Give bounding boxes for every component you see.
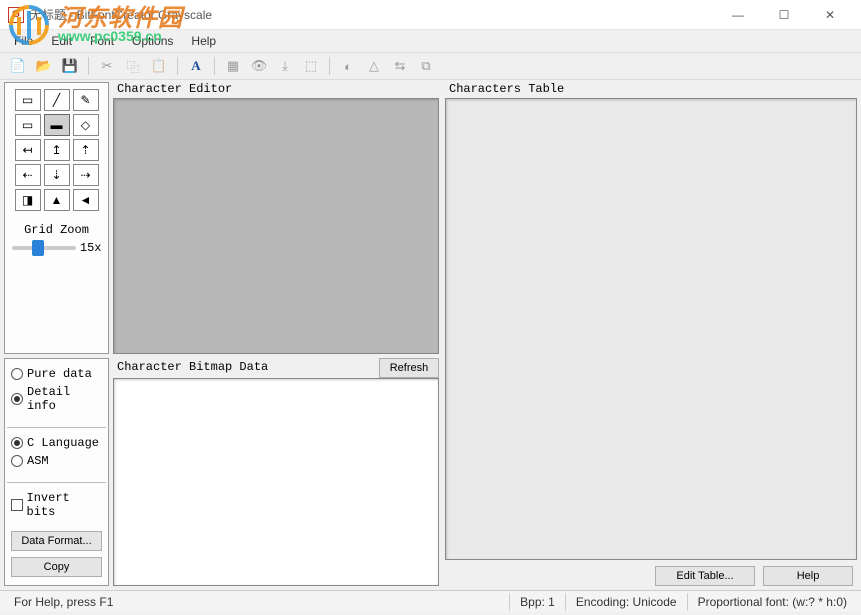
options-panel: Pure data Detail info C Language ASM [4,358,109,586]
toolbar-sep [177,57,178,75]
shift-icon: ⇆ [390,56,410,76]
menu-options[interactable]: Options [124,32,181,50]
separator [7,427,106,428]
flip-h-icon[interactable]: ◄ [73,189,99,211]
menu-font[interactable]: Font [82,32,122,50]
menu-file[interactable]: File [6,32,41,50]
shift-up2-icon[interactable]: ⇡ [73,139,99,161]
fillrect-icon[interactable]: ▬ [44,114,70,136]
shift-right-icon[interactable]: ⇢ [73,164,99,186]
detail-info-label: Detail info [27,385,102,413]
invert-icon: ◐ [338,56,358,76]
shift-down-icon[interactable]: ⇣ [44,164,70,186]
data-icon: ⬚ [301,56,321,76]
radio-asm[interactable]: ASM [11,454,102,468]
rect-icon[interactable]: ▭ [15,114,41,136]
mirror-icon: △ [364,56,384,76]
asm-label: ASM [27,454,49,468]
refresh-button[interactable]: Refresh [379,358,439,378]
characters-table-title: Characters Table [445,82,857,98]
paste-icon: 📋 [149,56,169,76]
char-bitmap-data-title: Character Bitmap Data [113,360,373,376]
status-encoding: Encoding: Unicode [565,593,687,611]
titlebar: G 无标题 - BitFontCreator Grayscale — ☐ ✕ [0,0,861,30]
invert-icon[interactable]: ◨ [15,189,41,211]
characters-table[interactable] [445,98,857,560]
separator [7,482,106,483]
radio-c-language[interactable]: C Language [11,436,102,450]
toolbar-sep [88,57,89,75]
menu-edit[interactable]: Edit [43,32,80,50]
statusbar: For Help, press F1 Bpp: 1 Encoding: Unic… [0,590,861,612]
c-lang-label: C Language [27,436,99,450]
invert-bits-label: Invert bits [27,491,102,519]
grid-zoom-label: Grid Zoom [24,223,89,237]
char-bitmap-data-area[interactable] [113,378,439,586]
map-icon: ⧉ [416,56,436,76]
tools-panel: ▭╱✎ ▭▬◇ ↤↥⇡ ⇠⇣⇢ ◨▲◄ Grid Zoom 15x [4,82,109,354]
shift-up-icon[interactable]: ↥ [44,139,70,161]
radio-detail-info[interactable]: Detail info [11,385,102,413]
close-button[interactable]: ✕ [807,0,853,30]
status-bpp: Bpp: 1 [509,593,565,611]
zoom-slider[interactable] [12,246,76,250]
window-title: 无标题 - BitFontCreator Grayscale [30,6,715,23]
status-font: Proportional font: (w:? * h:0) [687,593,857,611]
pencil-icon[interactable]: ✎ [73,89,99,111]
save-icon[interactable]: 💾 [60,56,80,76]
copy-icon: ⿻ [123,56,143,76]
status-help: For Help, press F1 [4,593,509,611]
eraser-icon[interactable]: ◇ [73,114,99,136]
checkbox-invert-bits[interactable]: Invert bits [11,491,102,519]
copy-button[interactable]: Copy [11,557,102,577]
shift-left-icon[interactable]: ↤ [15,139,41,161]
menubar: File Edit Font Options Help [0,30,861,52]
open-icon[interactable]: 📂 [34,56,54,76]
preview-icon: 👁 [249,56,269,76]
pure-data-label: Pure data [27,367,92,381]
edit-table-button[interactable]: Edit Table... [655,566,755,586]
minimize-button[interactable]: — [715,0,761,30]
char-editor-title: Character Editor [113,82,439,98]
data-format-button[interactable]: Data Format... [11,531,102,551]
char-editor-canvas[interactable] [113,98,439,354]
toolbar: 📄 📂 💾 ✂ ⿻ 📋 A ▦ 👁 ⤓ ⬚ ◐ △ ⇆ ⧉ [0,52,861,80]
cut-icon: ✂ [97,56,117,76]
new-icon[interactable]: 📄 [8,56,28,76]
toolbar-sep [214,57,215,75]
export-icon: ⤓ [275,56,295,76]
line-icon[interactable]: ╱ [44,89,70,111]
toolbar-sep [329,57,330,75]
menu-help[interactable]: Help [183,32,224,50]
help-button[interactable]: Help [763,566,853,586]
radio-pure-data[interactable]: Pure data [11,367,102,381]
zoom-value: 15x [80,241,102,255]
app-icon: G [8,7,24,23]
font-icon[interactable]: A [186,56,206,76]
grid-icon: ▦ [223,56,243,76]
select-icon[interactable]: ▭ [15,89,41,111]
maximize-button[interactable]: ☐ [761,0,807,30]
flip-v-icon[interactable]: ▲ [44,189,70,211]
shift-left2-icon[interactable]: ⇠ [15,164,41,186]
